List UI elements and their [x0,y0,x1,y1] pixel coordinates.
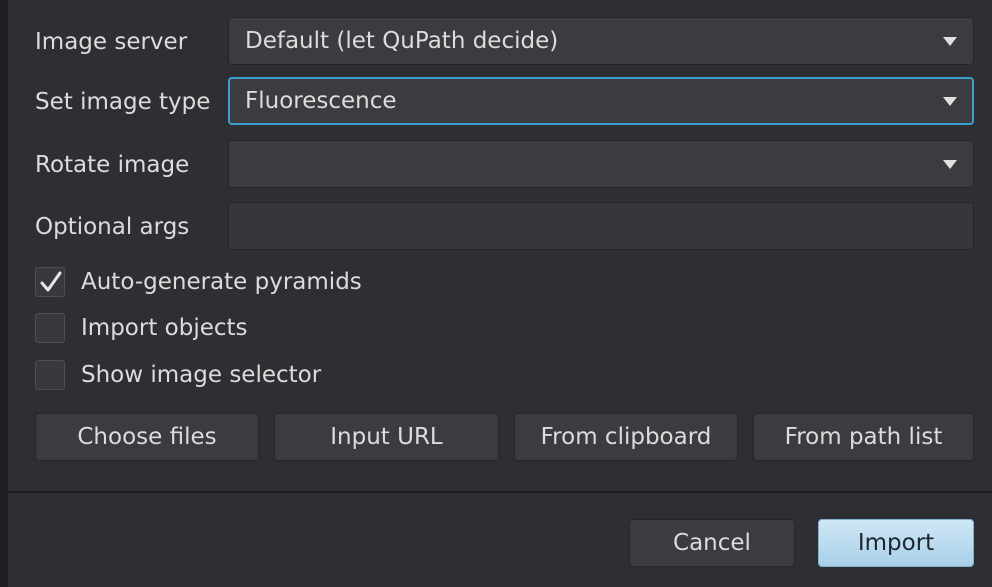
rotate-image-dropdown[interactable] [228,140,974,188]
checkbox-box[interactable] [35,267,65,297]
chevron-down-icon [943,37,957,46]
cancel-button[interactable]: Cancel [629,519,795,567]
choose-files-button[interactable]: Choose files [35,413,259,461]
optional-args-input[interactable] [228,202,974,250]
from-clipboard-button[interactable]: From clipboard [514,413,738,461]
import-objects-checkbox[interactable]: Import objects [35,311,248,345]
from-path-list-button[interactable]: From path list [753,413,974,461]
image-type-label: Set image type [35,89,211,115]
window-left-edge [0,0,8,587]
checkbox-label: Show image selector [81,362,322,388]
chevron-down-icon [943,97,957,106]
image-type-value: Fluorescence [245,88,397,114]
chevron-down-icon [943,160,957,169]
image-type-dropdown[interactable]: Fluorescence [228,77,974,125]
rotate-image-label: Rotate image [35,152,190,178]
auto-generate-pyramids-checkbox[interactable]: Auto-generate pyramids [35,265,362,299]
image-server-label: Image server [35,29,188,55]
input-url-button[interactable]: Input URL [274,413,499,461]
import-images-dialog: Image server Default (let QuPath decide)… [0,0,992,587]
footer-divider [8,491,992,493]
checkbox-label: Import objects [81,315,248,341]
image-server-dropdown[interactable]: Default (let QuPath decide) [228,17,974,65]
checkbox-box[interactable] [35,313,65,343]
image-server-value: Default (let QuPath decide) [245,28,559,54]
checkbox-label: Auto-generate pyramids [81,269,362,295]
check-icon [40,271,62,292]
show-image-selector-checkbox[interactable]: Show image selector [35,358,321,392]
checkbox-box[interactable] [35,360,65,390]
optional-args-label: Optional args [35,214,190,240]
import-button[interactable]: Import [818,519,974,567]
